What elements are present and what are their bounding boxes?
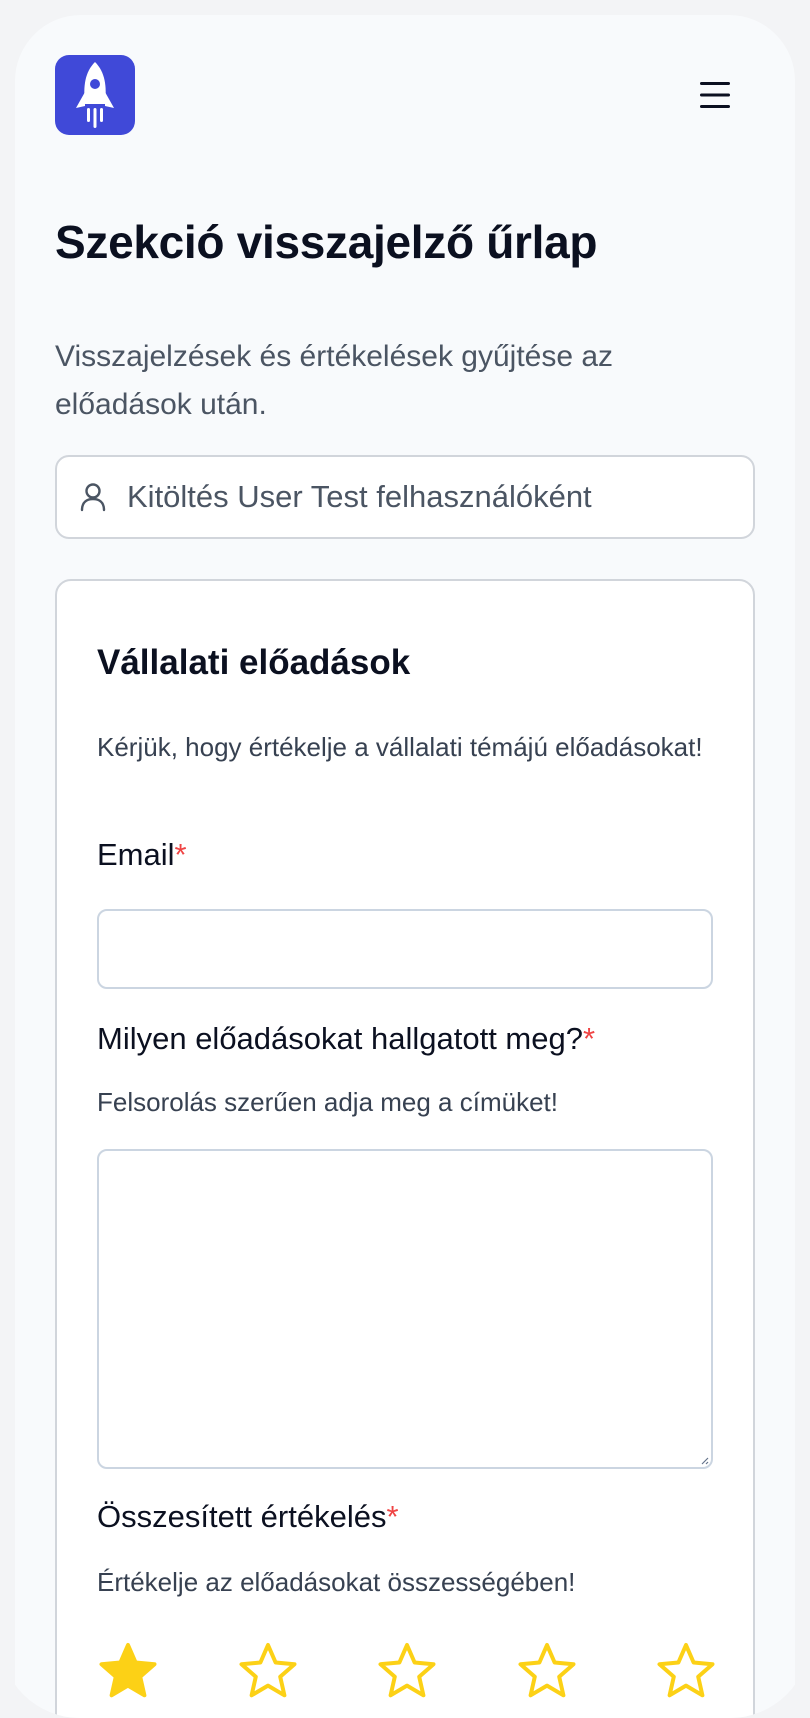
required-mark: * (582, 1021, 596, 1056)
star-icon (657, 1643, 715, 1698)
talks-hint: Felsorolás szerűen adja meg a címüket! (97, 1087, 558, 1117)
rating-label: Összesített értékelés* (97, 1499, 399, 1535)
star-icon (518, 1643, 576, 1698)
user-banner: Kitöltés User Test felhasználóként (55, 455, 755, 539)
section-description: Kérjük, hogy értékelje a vállalati témáj… (97, 732, 703, 762)
required-mark: * (174, 837, 187, 872)
user-banner-text: Kitöltés User Test felhasználóként (127, 479, 592, 514)
hamburger-menu-icon (700, 82, 730, 108)
star-rating-option-3[interactable] (376, 1641, 438, 1703)
section-card: Vállalati előadások Kérjük, hogy értékel… (55, 579, 755, 1718)
required-mark: * (386, 1499, 399, 1534)
rocket-icon (76, 62, 114, 128)
page-title: Szekció visszajelző űrlap (55, 216, 598, 268)
talks-label: Milyen előadásokat hallgatott meg?* (97, 1021, 595, 1057)
rating-label-text: Összesített értékelés (97, 1499, 387, 1534)
email-label-text: Email (97, 837, 175, 872)
talks-label-text: Milyen előadásokat hallgatott meg? (97, 1021, 583, 1056)
app-screen: Szekció visszajelző űrlap Visszajelzések… (15, 15, 795, 1718)
user-icon (77, 481, 109, 513)
star-rating-option-2[interactable] (237, 1641, 299, 1703)
page-subtitle: Visszajelzések és értékelések gyűjtése a… (55, 340, 614, 421)
star-icon (239, 1643, 297, 1698)
star-icon (378, 1643, 436, 1698)
email-field[interactable] (97, 909, 713, 989)
section-title: Vállalati előadások (97, 643, 411, 682)
star-rating-option-5[interactable] (655, 1641, 717, 1703)
email-label: Email* (97, 837, 187, 873)
star-rating-option-1[interactable] (97, 1641, 159, 1703)
talks-textarea[interactable] (97, 1149, 713, 1469)
menu-button[interactable] (695, 75, 735, 115)
star-rating-option-4[interactable] (516, 1641, 578, 1703)
resize-grip-icon[interactable] (699, 1455, 709, 1465)
device-frame: Szekció visszajelző űrlap Visszajelzések… (0, 0, 810, 1718)
star-rating (97, 1641, 717, 1705)
app-logo[interactable] (55, 55, 135, 135)
rating-hint: Értékelje az előadásokat összességében! (97, 1567, 576, 1597)
star-icon (99, 1643, 157, 1698)
